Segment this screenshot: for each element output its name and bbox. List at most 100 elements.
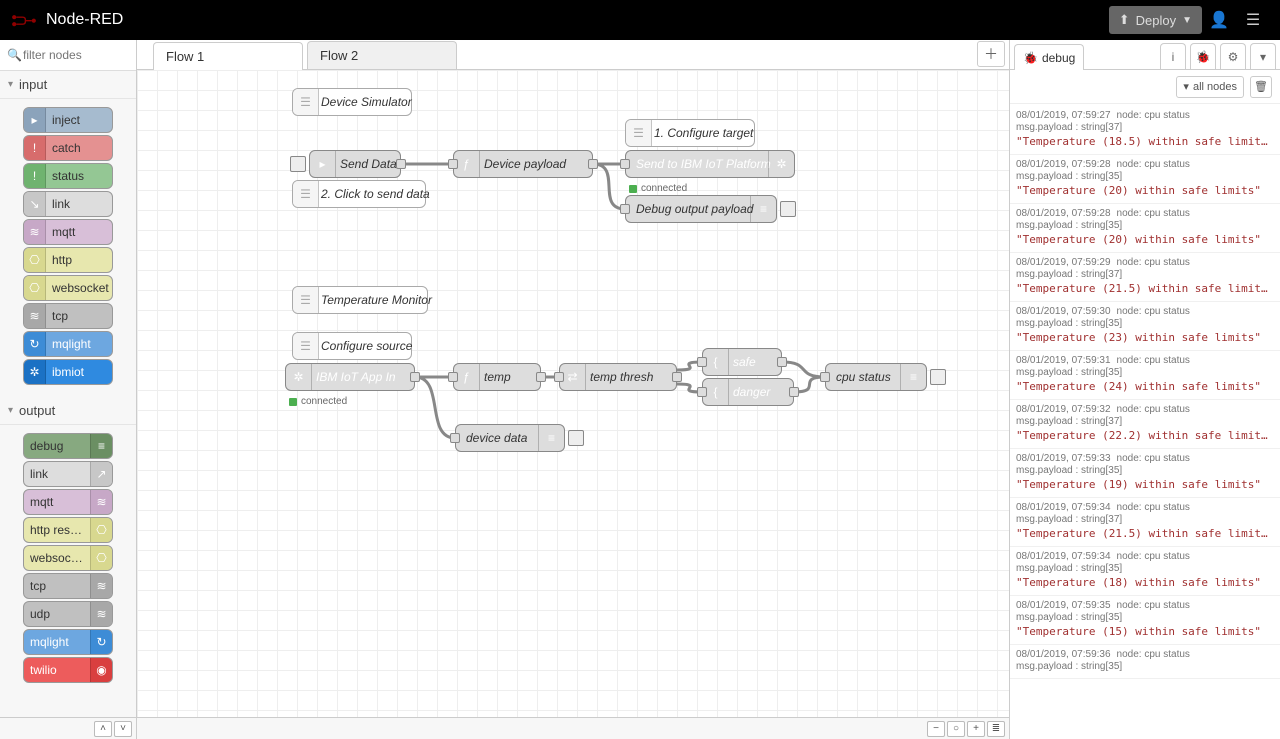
flow-node-ibm-iot-app-in[interactable]: ✲IBM IoT App In — [285, 363, 415, 391]
canvas[interactable]: ☰Device Simulator ☰1. Configure target ☰2.… — [137, 70, 1009, 717]
palette-footer: ˄ ˅ — [0, 717, 136, 739]
palette-node-tcp[interactable]: ≋tcp — [23, 573, 113, 599]
wire[interactable] — [593, 164, 625, 209]
palette-node-mqtt[interactable]: ≋mqtt — [23, 489, 113, 515]
debug-message[interactable]: 08/01/2019, 07:59:34node: cpu statusmsg.… — [1010, 547, 1280, 596]
palette-node-websocket[interactable]: ⎔websocket — [23, 275, 113, 301]
app-logo: Node-RED — [10, 11, 123, 29]
port-out[interactable] — [777, 357, 787, 367]
port-in[interactable] — [697, 387, 707, 397]
flow-node-cpu-status[interactable]: ≡cpu status — [825, 363, 927, 391]
sidebar-tab-config[interactable]: ⚙ — [1220, 43, 1246, 69]
debug-message[interactable]: 08/01/2019, 07:59:34node: cpu statusmsg.… — [1010, 498, 1280, 547]
comment-node[interactable]: ☰2. Click to send data — [292, 180, 426, 208]
msg-topic: msg.payload : string[35] — [1016, 661, 1274, 672]
debug-toggle-button[interactable] — [780, 201, 796, 217]
filter-all-button[interactable]: ▾ all nodes — [1176, 76, 1244, 98]
debug-messages[interactable]: 08/01/2019, 07:59:27node: cpu statusmsg.… — [1010, 104, 1280, 739]
port-in[interactable] — [620, 159, 630, 169]
node-icon: ☰ — [293, 287, 319, 313]
user-icon[interactable]: 👤 — [1202, 0, 1236, 40]
palette-node-ibmiot[interactable]: ✲ibmiot — [23, 359, 113, 385]
flow-node-debug-output-payload[interactable]: ≡Debug output payload — [625, 195, 777, 223]
flow-node-send-to-ibm-iot-platform[interactable]: ✲Send to IBM IoT Platform — [625, 150, 795, 178]
port-out[interactable] — [588, 159, 598, 169]
debug-message[interactable]: 08/01/2019, 07:59:36node: cpu statusmsg.… — [1010, 645, 1280, 679]
zoom-in-button[interactable]: + — [967, 721, 985, 737]
zoom-reset-button[interactable]: ○ — [947, 721, 965, 737]
palette-node-catch[interactable]: !catch — [23, 135, 113, 161]
port-in[interactable] — [620, 204, 630, 214]
debug-message[interactable]: 08/01/2019, 07:59:35node: cpu statusmsg.… — [1010, 596, 1280, 645]
palette-node-twilio[interactable]: ◉twilio — [23, 657, 113, 683]
flow-node-temp-thresh[interactable]: ⇄temp thresh — [559, 363, 677, 391]
flow-node-safe[interactable]: {safe — [702, 348, 782, 376]
port-in[interactable] — [448, 159, 458, 169]
wire[interactable] — [415, 377, 455, 438]
comment-node[interactable]: ☰Device Simulator — [292, 88, 412, 116]
flow-node-send-data[interactable]: ▸Send Data — [309, 150, 401, 178]
debug-message[interactable]: 08/01/2019, 07:59:29node: cpu statusmsg.… — [1010, 253, 1280, 302]
palette-category-input[interactable]: ▾input — [0, 71, 136, 99]
msg-payload: "Temperature (21.5) within safe limits" — [1016, 527, 1274, 540]
filter-input[interactable] — [5, 45, 131, 65]
menu-icon[interactable]: ☰ — [1236, 0, 1270, 40]
port-in[interactable] — [554, 372, 564, 382]
port-out[interactable] — [672, 372, 682, 382]
palette-node-debug[interactable]: ≡debug — [23, 433, 113, 459]
port-out[interactable] — [396, 159, 406, 169]
flow-tab[interactable]: Flow 1 — [153, 42, 303, 70]
port-out[interactable] — [789, 387, 799, 397]
palette-node-mqtt[interactable]: ≋mqtt — [23, 219, 113, 245]
msg-payload: "Temperature (23) within safe limits" — [1016, 331, 1274, 344]
debug-toggle-button[interactable] — [568, 430, 584, 446]
port-in[interactable] — [697, 357, 707, 367]
palette-node-inject[interactable]: ▸inject — [23, 107, 113, 133]
palette-node-mqlight[interactable]: ↻mqlight — [23, 331, 113, 357]
port-out[interactable] — [536, 372, 546, 382]
sidebar-tab-debug[interactable]: 🐞 debug — [1014, 44, 1084, 70]
flow-node-device-payload[interactable]: ƒDevice payload — [453, 150, 593, 178]
debug-message[interactable]: 08/01/2019, 07:59:33node: cpu statusmsg.… — [1010, 449, 1280, 498]
flow-tab[interactable]: Flow 2 — [307, 41, 457, 69]
palette-node-tcp[interactable]: ≋tcp — [23, 303, 113, 329]
debug-message[interactable]: 08/01/2019, 07:59:32node: cpu statusmsg.… — [1010, 400, 1280, 449]
sidebar-tab-more[interactable]: ▾ — [1250, 43, 1276, 69]
comment-node[interactable]: ☰1. Configure target — [625, 119, 755, 147]
debug-toggle-button[interactable] — [930, 369, 946, 385]
palette-node-http-response[interactable]: ⎔http response — [23, 517, 113, 543]
debug-message[interactable]: 08/01/2019, 07:59:30node: cpu statusmsg.… — [1010, 302, 1280, 351]
port-in[interactable] — [448, 372, 458, 382]
add-flow-button[interactable]: ＋ — [977, 41, 1005, 67]
sidebar-tab-debug-icon[interactable]: 🐞 — [1190, 43, 1216, 69]
comment-node[interactable]: ☰Temperature Monitor — [292, 286, 428, 314]
collapse-up-icon[interactable]: ˄ — [94, 721, 112, 737]
wire[interactable] — [782, 362, 825, 377]
port-out[interactable] — [410, 372, 420, 382]
flow-node-temp[interactable]: ƒtemp — [453, 363, 541, 391]
palette-node-websocket[interactable]: ⎔websocket — [23, 545, 113, 571]
port-in[interactable] — [820, 372, 830, 382]
palette-category-output[interactable]: ▾output — [0, 397, 136, 425]
sidebar-tab-info[interactable]: i — [1160, 43, 1186, 69]
debug-message[interactable]: 08/01/2019, 07:59:28node: cpu statusmsg.… — [1010, 204, 1280, 253]
palette-node-link[interactable]: ↘link — [23, 191, 113, 217]
port-in[interactable] — [450, 433, 460, 443]
inject-button[interactable] — [290, 156, 306, 172]
debug-message[interactable]: 08/01/2019, 07:59:28node: cpu statusmsg.… — [1010, 155, 1280, 204]
zoom-out-button[interactable]: − — [927, 721, 945, 737]
palette-node-http[interactable]: ⎔http — [23, 247, 113, 273]
collapse-down-icon[interactable]: ˅ — [114, 721, 132, 737]
debug-message[interactable]: 08/01/2019, 07:59:27node: cpu statusmsg.… — [1010, 106, 1280, 155]
palette-node-udp[interactable]: ≋udp — [23, 601, 113, 627]
comment-node[interactable]: ☰Configure source — [292, 332, 412, 360]
debug-message[interactable]: 08/01/2019, 07:59:31node: cpu statusmsg.… — [1010, 351, 1280, 400]
flow-node-danger[interactable]: {danger — [702, 378, 794, 406]
palette-node-link[interactable]: ↗link — [23, 461, 113, 487]
clear-debug-button[interactable]: 🗑 — [1250, 76, 1272, 98]
palette-node-status[interactable]: !status — [23, 163, 113, 189]
flow-node-device-data[interactable]: ≡device data — [455, 424, 565, 452]
view-list-button[interactable]: ≣ — [987, 721, 1005, 737]
palette-node-mqlight[interactable]: ↻mqlight — [23, 629, 113, 655]
deploy-button[interactable]: ⬆ Deploy ▼ — [1109, 6, 1202, 34]
